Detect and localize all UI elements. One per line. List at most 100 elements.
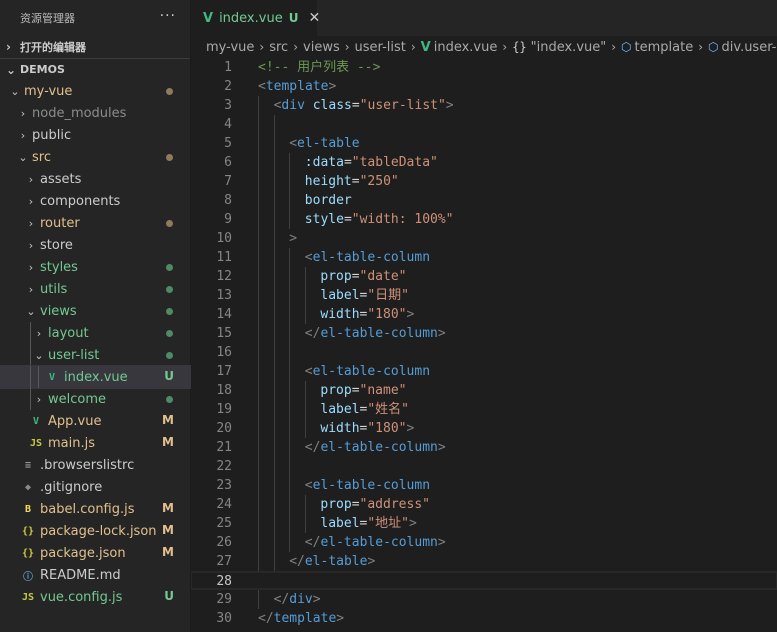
tree-item-user-list[interactable]: ⌄ user-list (0, 344, 190, 366)
tree-item-readme-md[interactable]: ⓘ README.md (0, 564, 190, 586)
code-token: template (265, 79, 329, 94)
indent-guide (258, 172, 259, 191)
tree-item-app-vue[interactable]: V App.vue M (0, 410, 190, 432)
breadcrumb-item[interactable]: "index.vue" (531, 40, 607, 55)
code-token: > (336, 611, 345, 626)
code-line: 18 prop="name" (191, 381, 777, 400)
tree-item-main-js[interactable]: JS main.js M (0, 432, 190, 454)
indent-guide (304, 267, 306, 286)
chevron-right-icon: › (28, 216, 34, 230)
tree-item-label: assets (40, 171, 82, 187)
js-file-icon: JS (29, 437, 43, 449)
tree-item-store[interactable]: › store (0, 234, 190, 256)
tree-item-styles[interactable]: › styles (0, 256, 190, 278)
code-text: label="地址"> (320, 514, 416, 533)
tree-item-layout[interactable]: › layout (0, 322, 190, 344)
code-token: "date" (359, 269, 407, 284)
code-token: = (351, 269, 360, 284)
tree-item-label: user-list (48, 347, 100, 363)
code-token: > (367, 554, 376, 569)
open-editors-section[interactable]: › 打开的编辑器 (0, 36, 190, 58)
tree-item-assets[interactable]: › assets (0, 168, 190, 190)
code-text: height="250" (305, 172, 399, 191)
tree-item-node-modules[interactable]: › node_modules (0, 102, 190, 124)
tree-item-gitignore[interactable]: ◆ .gitignore (0, 476, 190, 498)
git-status-badge: M (162, 545, 174, 559)
tree-item-my-vue[interactable]: ⌄ my-vue (0, 80, 190, 102)
vue-file-icon: V (203, 10, 214, 26)
tree-item-babel-config-js[interactable]: Bbabel.config.js M (0, 498, 190, 520)
code-line: 20 width="180"> (191, 419, 777, 438)
code-token: "user-list" (359, 98, 446, 113)
breadcrumb-item[interactable]: index.vue (434, 40, 498, 55)
tree-item-views[interactable]: ⌄ views (0, 300, 190, 322)
chevron-right-icon: › (698, 40, 704, 54)
code-line: 5 <el-table (191, 134, 777, 153)
tree-item-index-vue[interactable]: Vindex.vue U (0, 365, 191, 389)
code-editor[interactable]: 1 <!-- 用户列表 --> 2 <template> 3 <div class="us… (191, 58, 777, 632)
git-status-badge: M (162, 501, 174, 515)
tree-item-package-lock-json[interactable]: {} package-lock.json M (0, 520, 190, 542)
tree-item-public[interactable]: › public (0, 124, 190, 146)
workspace-label: DEMOS (20, 63, 65, 76)
indent-guide (258, 305, 259, 324)
indent-guide (30, 344, 31, 366)
breadcrumb-item[interactable]: views (303, 40, 340, 55)
line-number: 1 (224, 60, 232, 75)
code-token: </ (273, 592, 290, 607)
code-line: 6:data="tableData" (191, 153, 777, 172)
code-text: :data="tableData" (305, 153, 438, 172)
breadcrumb-item[interactable]: src (269, 40, 288, 55)
line-number: 4 (224, 117, 232, 132)
workspace-section[interactable]: ⌄ DEMOS (0, 58, 190, 80)
indent-guide (273, 115, 275, 134)
tab-index-vue[interactable]: V index.vue U ✕ (191, 0, 320, 36)
tree-item-vue-config-js[interactable]: JS vue.config.js U (0, 586, 190, 608)
tree-item-label: utils (40, 281, 68, 297)
code-text: </el-table-column> (305, 533, 446, 552)
code-token: label (320, 402, 360, 417)
code-token: "width: 100%" (351, 212, 454, 227)
tree-item-label: README.md (40, 567, 121, 583)
code-line: 10 > (191, 229, 777, 248)
git-status-badge: U (164, 589, 174, 603)
info-file-icon: ⓘ (23, 571, 33, 583)
tree-item-welcome[interactable]: › welcome (0, 388, 190, 410)
breadcrumb-item[interactable]: my-vue (206, 40, 254, 55)
indent-guide (258, 400, 259, 419)
tree-item-label: vue.config.js (40, 589, 123, 605)
indent-guide (289, 362, 291, 381)
breadcrumb-item[interactable]: div.user-list (722, 40, 777, 55)
more-actions-icon[interactable]: ··· (160, 8, 176, 24)
code-token: el-table (297, 136, 360, 151)
code-token: = (351, 383, 360, 398)
git-status-dot (166, 308, 173, 315)
tree-item-browserslistrc[interactable]: ≡ .browserslistrc (0, 454, 190, 476)
indent-guide (289, 305, 291, 324)
tree-item-utils[interactable]: › utils (0, 278, 190, 300)
indent-guide (258, 438, 259, 457)
code-token: el-table (304, 554, 368, 569)
breadcrumb-item[interactable]: template (635, 40, 694, 55)
code-line: 19 label="姓名" (191, 400, 777, 419)
code-token: "address" (359, 497, 430, 512)
chevron-down-icon: ⌄ (10, 84, 20, 98)
code-token: div (289, 592, 313, 607)
tree-item-src[interactable]: ⌄ src (0, 146, 190, 168)
tree-item-package-json[interactable]: {} package.json M (0, 542, 190, 564)
config-file-icon: ≡ (24, 459, 32, 471)
close-icon[interactable]: ✕ (308, 10, 320, 26)
tree-item-router[interactable]: › router (0, 212, 190, 234)
code-token: > (445, 98, 454, 113)
indent-guide (38, 366, 39, 388)
breadcrumb-item[interactable]: user-list (355, 40, 406, 55)
indent-guide (289, 267, 291, 286)
code-line: 23 <el-table-column (191, 476, 777, 495)
tree-item-components[interactable]: › components (0, 190, 190, 212)
code-text: label="日期" (320, 286, 409, 305)
tree-item-label: index.vue (64, 369, 128, 385)
code-token: </ (304, 535, 321, 550)
code-token: > (437, 535, 446, 550)
indent-guide (273, 305, 275, 324)
chevron-right-icon: › (28, 172, 34, 186)
